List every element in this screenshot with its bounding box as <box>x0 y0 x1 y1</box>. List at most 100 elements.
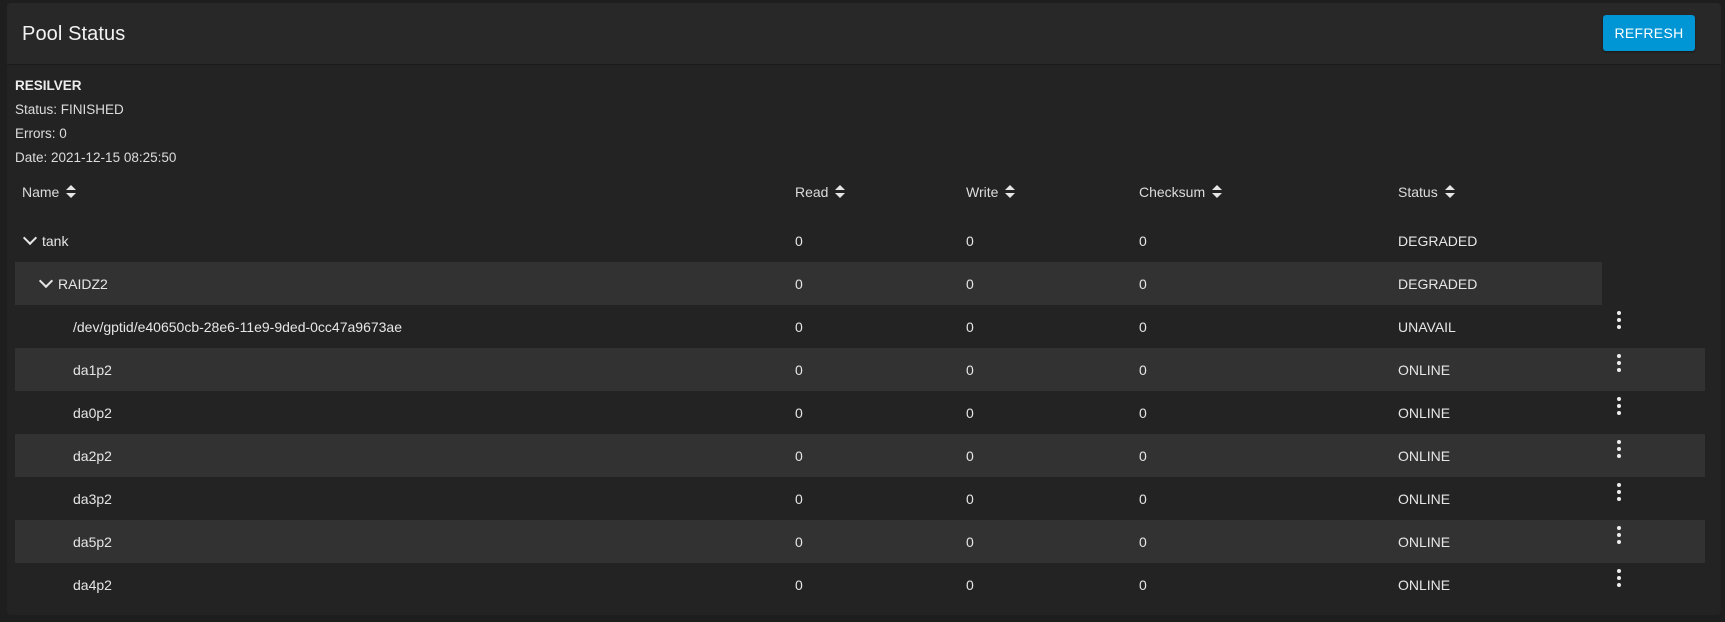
cell-name: da3p2 <box>73 477 112 520</box>
cell-checksum: 0 <box>1139 275 1147 292</box>
table-row[interactable]: RAIDZ2 0 0 0 DEGRADED <box>15 262 1705 305</box>
menu-dot <box>1617 496 1621 501</box>
cell-read: 0 <box>795 275 803 292</box>
menu-dot <box>1617 360 1621 365</box>
cell-write: 0 <box>966 533 974 550</box>
more-vertical-icon[interactable] <box>1607 298 1631 341</box>
more-vertical-icon[interactable] <box>1607 470 1631 513</box>
device-name: da5p2 <box>73 533 112 550</box>
more-vertical-icon[interactable] <box>1607 384 1631 427</box>
menu-dot <box>1617 489 1621 494</box>
refresh-button[interactable]: REFRESH <box>1603 15 1695 51</box>
cell-checksum: 0 <box>1139 404 1147 421</box>
cell-status: DEGRADED <box>1398 275 1478 292</box>
device-name: da4p2 <box>73 576 112 593</box>
cell-name: /dev/gptid/e40650cb-28e6-11e9-9ded-0cc47… <box>73 305 402 348</box>
menu-dot <box>1617 575 1621 580</box>
cell-name: da5p2 <box>73 520 112 563</box>
sort-icon[interactable] <box>1212 185 1223 199</box>
more-vertical-icon[interactable] <box>1607 513 1631 556</box>
table-row[interactable]: da3p2 0 0 0 ONLINE <box>15 477 1705 520</box>
device-name: da0p2 <box>73 404 112 421</box>
cell-read: 0 <box>795 232 803 249</box>
cell-name: da2p2 <box>73 434 112 477</box>
cell-write: 0 <box>966 576 974 593</box>
cell-write: 0 <box>966 232 974 249</box>
table-row[interactable]: da1p2 0 0 0 ONLINE <box>15 348 1705 391</box>
cell-name: RAIDZ2 <box>38 262 108 305</box>
table-row[interactable]: da5p2 0 0 0 ONLINE <box>15 520 1705 563</box>
device-name: RAIDZ2 <box>58 275 108 292</box>
column-header-label: Name <box>22 184 60 200</box>
table-header: Name Read Write Checksum Status <box>15 184 1705 212</box>
cell-write: 0 <box>966 275 974 292</box>
cell-read: 0 <box>795 533 803 550</box>
sort-icon[interactable] <box>1444 185 1455 199</box>
cell-name: tank <box>22 219 69 262</box>
more-vertical-icon[interactable] <box>1607 341 1631 384</box>
sort-icon[interactable] <box>835 185 846 199</box>
cell-status: ONLINE <box>1398 576 1451 593</box>
cell-status: DEGRADED <box>1398 232 1478 249</box>
row-background <box>15 434 1705 477</box>
cell-checksum: 0 <box>1139 576 1147 593</box>
column-header-label: Read <box>795 184 829 200</box>
cell-read: 0 <box>795 404 803 421</box>
column-header-checksum[interactable]: Checksum <box>1139 184 1223 200</box>
scan-date: Date: 2021-12-15 08:25:50 <box>15 150 177 165</box>
more-vertical-icon[interactable] <box>1607 427 1631 470</box>
cell-write: 0 <box>966 361 974 378</box>
cell-read: 0 <box>795 447 803 464</box>
menu-dot <box>1617 403 1621 408</box>
menu-dot <box>1617 568 1621 573</box>
menu-dot <box>1617 525 1621 530</box>
row-background <box>15 348 1705 391</box>
table-row[interactable]: da0p2 0 0 0 ONLINE <box>15 391 1705 434</box>
row-background <box>15 520 1705 563</box>
scan-info: RESILVER Status: FINISHED Errors: 0 Date… <box>15 74 176 170</box>
device-name: da2p2 <box>73 447 112 464</box>
sort-icon[interactable] <box>1005 185 1016 199</box>
table-row[interactable]: da2p2 0 0 0 ONLINE <box>15 434 1705 477</box>
cell-status: ONLINE <box>1398 447 1451 464</box>
table-row[interactable]: /dev/gptid/e40650cb-28e6-11e9-9ded-0cc47… <box>15 305 1705 348</box>
menu-dot <box>1617 453 1621 458</box>
cell-name: da4p2 <box>73 563 112 606</box>
cell-read: 0 <box>795 576 803 593</box>
cell-status: UNAVAIL <box>1398 318 1456 335</box>
column-header-read[interactable]: Read <box>795 184 846 200</box>
cell-checksum: 0 <box>1139 447 1147 464</box>
cell-write: 0 <box>966 318 974 335</box>
cell-checksum: 0 <box>1139 318 1147 335</box>
column-header-name[interactable]: Name <box>22 184 77 200</box>
menu-dot <box>1617 396 1621 401</box>
table-row[interactable]: da4p2 0 0 0 ONLINE <box>15 563 1705 606</box>
sort-icon[interactable] <box>66 185 77 199</box>
device-name: da3p2 <box>73 490 112 507</box>
device-name: da1p2 <box>73 361 112 378</box>
menu-dot <box>1617 410 1621 415</box>
menu-dot <box>1617 317 1621 322</box>
menu-dot <box>1617 439 1621 444</box>
device-name: tank <box>42 232 69 249</box>
more-vertical-icon[interactable] <box>1607 556 1631 599</box>
cell-name: da1p2 <box>73 348 112 391</box>
pool-table-body: tank 0 0 0 DEGRADED RAIDZ2 0 0 0 DEGRADED/dev/gpt… <box>15 219 1705 606</box>
device-name: /dev/gptid/e40650cb-28e6-11e9-9ded-0cc47… <box>73 318 403 335</box>
cell-write: 0 <box>966 447 974 464</box>
column-header-write[interactable]: Write <box>966 184 1016 200</box>
page-title: Pool Status <box>22 23 126 45</box>
cell-checksum: 0 <box>1139 361 1147 378</box>
menu-dot <box>1617 446 1621 451</box>
row-background <box>15 262 1602 305</box>
chevron-down-icon[interactable] <box>22 230 38 246</box>
menu-dot <box>1617 532 1621 537</box>
cell-checksum: 0 <box>1139 533 1147 550</box>
column-header-label: Checksum <box>1139 184 1206 200</box>
cell-status: ONLINE <box>1398 361 1451 378</box>
column-header-status[interactable]: Status <box>1398 184 1455 200</box>
menu-dot <box>1617 582 1621 587</box>
table-row[interactable]: tank 0 0 0 DEGRADED <box>15 219 1705 262</box>
menu-dot <box>1617 539 1621 544</box>
chevron-down-icon[interactable] <box>38 273 54 289</box>
